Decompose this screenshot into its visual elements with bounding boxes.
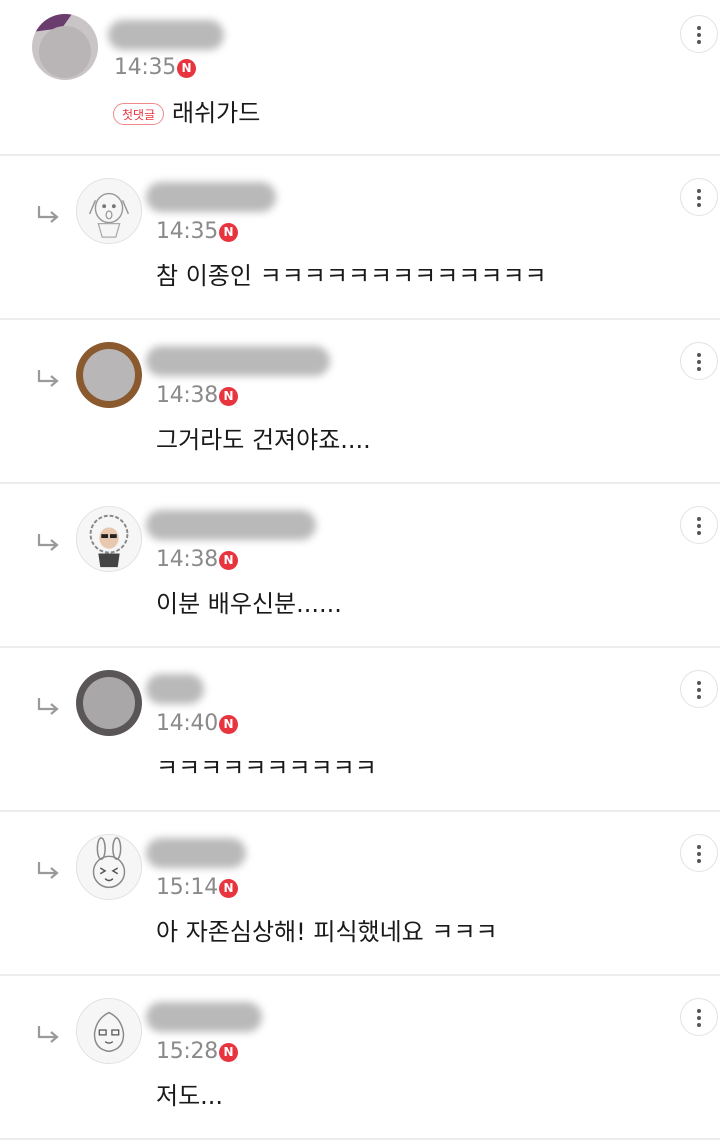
avatar[interactable] [76, 998, 142, 1064]
reply-comment-item: 15:14 N 아 자존심상해! 피식했네요 ㅋㅋㅋ [0, 812, 720, 976]
comment-text: 래쉬가드 [172, 99, 261, 127]
reply-comment-item: 14:40 N ㅋㅋㅋㅋㅋㅋㅋㅋㅋㅋ [0, 648, 720, 812]
avatar[interactable] [76, 670, 142, 736]
reply-arrow-icon [36, 696, 62, 718]
comment-text: ㅋㅋㅋㅋㅋㅋㅋㅋㅋㅋ [156, 754, 377, 782]
more-options-button[interactable] [680, 342, 718, 380]
more-options-button[interactable] [680, 15, 718, 53]
reply-comment-item: 14:38 N 이분 배우신분...... [0, 484, 720, 648]
blurred-photo-avatar-icon [76, 670, 142, 736]
comment-list: 14:35 N 첫댓글 래쉬가드 14:35 N 참 이종인 ㅋㅋㅋㅋㅋㅋㅋㅋㅋ… [0, 0, 720, 1143]
avatar[interactable] [76, 834, 142, 900]
avatar[interactable] [32, 14, 98, 80]
reply-arrow-icon [36, 1024, 62, 1046]
blurred-photo-avatar-icon [76, 342, 142, 408]
nickname-redacted[interactable] [146, 674, 204, 704]
new-badge: N [219, 387, 238, 406]
reply-comment-item: 14:35 N 참 이종인 ㅋㅋㅋㅋㅋㅋㅋㅋㅋㅋㅋㅋㅋ [0, 156, 720, 320]
more-vertical-icon [697, 26, 701, 30]
new-badge: N [219, 1043, 238, 1062]
comment-text: 저도... [156, 1082, 224, 1110]
nickname-redacted[interactable] [146, 1002, 262, 1032]
comment-text: 그거라도 건져야죠.... [156, 426, 371, 454]
reply-comment-item: 15:28 N 저도... [0, 976, 720, 1140]
comment-time: 14:38 [156, 547, 218, 572]
reply-arrow-icon [36, 204, 62, 226]
comment-time: 14:35 [156, 219, 218, 244]
avatar[interactable] [76, 178, 142, 244]
reply-arrow-icon [36, 532, 62, 554]
reply-arrow-icon [36, 368, 62, 390]
comment-text: 아 자존심상해! 피식했네요 ㅋㅋㅋ [156, 918, 498, 946]
more-vertical-icon [697, 681, 701, 685]
nickname-redacted[interactable] [146, 346, 330, 376]
more-options-button[interactable] [680, 998, 718, 1036]
comment-time: 15:28 [156, 1039, 218, 1064]
nickname-redacted[interactable] [146, 838, 246, 868]
avatar[interactable] [76, 506, 142, 572]
more-vertical-icon [697, 189, 701, 193]
new-badge: N [219, 551, 238, 570]
comment-time: 14:40 [156, 711, 218, 736]
new-badge: N [219, 715, 238, 734]
new-badge: N [177, 59, 196, 78]
more-options-button[interactable] [680, 834, 718, 872]
comment-time: 14:35 [114, 55, 176, 80]
comment-item: 14:35 N 첫댓글 래쉬가드 [0, 0, 720, 156]
more-options-button[interactable] [680, 178, 718, 216]
comment-time: 14:38 [156, 383, 218, 408]
dog-character-icon [77, 179, 141, 243]
more-vertical-icon [697, 845, 701, 849]
new-badge: N [219, 223, 238, 242]
reply-arrow-icon [36, 860, 62, 882]
new-badge: N [219, 879, 238, 898]
more-options-button[interactable] [680, 506, 718, 544]
first-comment-badge: 첫댓글 [113, 103, 165, 125]
comment-time: 15:14 [156, 875, 218, 900]
more-vertical-icon [697, 517, 701, 521]
nickname-redacted[interactable] [146, 182, 276, 212]
curly-hair-character-icon [77, 507, 141, 571]
nickname-redacted[interactable] [108, 20, 224, 50]
avatar[interactable] [76, 342, 142, 408]
comment-text: 참 이종인 ㅋㅋㅋㅋㅋㅋㅋㅋㅋㅋㅋㅋㅋ [156, 262, 547, 290]
comment-text: 이분 배우신분...... [156, 590, 342, 618]
more-vertical-icon [697, 353, 701, 357]
more-vertical-icon [697, 1009, 701, 1013]
rabbit-character-icon [77, 835, 141, 899]
reply-comment-item: 14:38 N 그거라도 건져야죠.... [0, 320, 720, 484]
nickname-redacted[interactable] [146, 510, 316, 540]
blurred-photo-avatar-icon [32, 14, 98, 80]
more-options-button[interactable] [680, 670, 718, 708]
peach-character-icon [77, 999, 141, 1063]
